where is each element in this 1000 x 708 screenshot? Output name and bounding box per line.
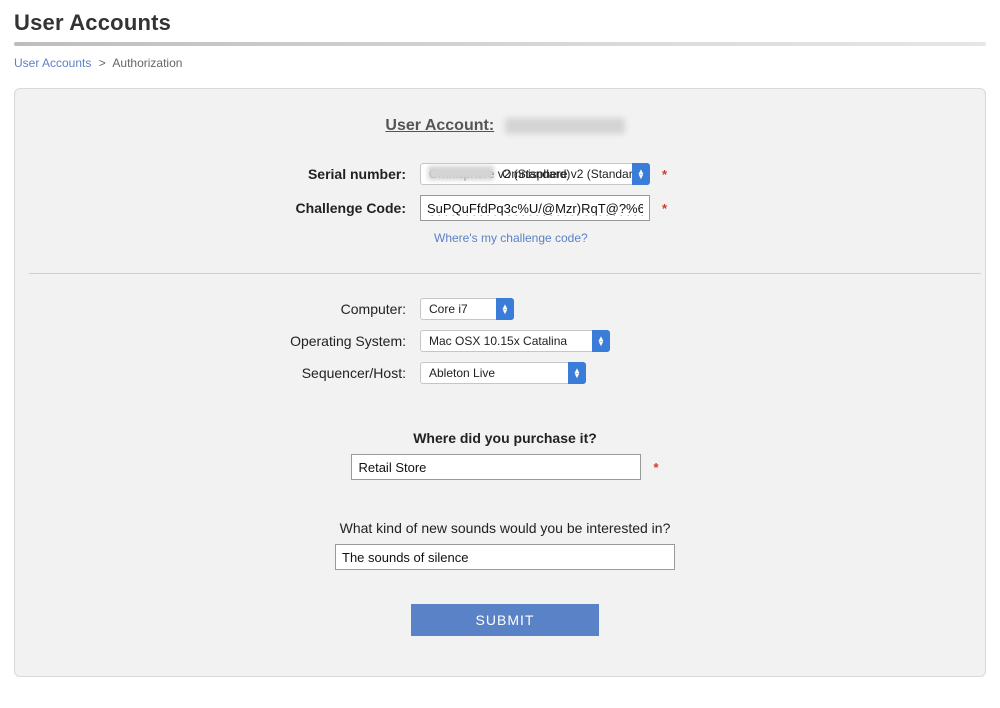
sounds-question-label: What kind of new sounds would you be int… <box>25 520 985 536</box>
breadcrumb: User Accounts > Authorization <box>14 56 986 70</box>
computer-label: Computer: <box>25 301 420 317</box>
user-account-name-redacted <box>505 118 625 134</box>
serial-number-label: Serial number: <box>25 166 420 182</box>
breadcrumb-current: Authorization <box>112 56 182 70</box>
breadcrumb-root-link[interactable]: User Accounts <box>14 56 91 70</box>
submit-button[interactable]: SUBMIT <box>411 604 599 636</box>
computer-select[interactable]: Core i7 <box>420 298 514 320</box>
title-rule <box>14 42 986 46</box>
operating-system-select[interactable]: Mac OSX 10.15x Catalina <box>420 330 610 352</box>
page-title: User Accounts <box>14 10 986 36</box>
sequencer-host-select[interactable]: Ableton Live <box>420 362 586 384</box>
challenge-required-mark: * <box>662 201 667 216</box>
user-account-header: User Account: <box>25 117 985 135</box>
serial-required-mark: * <box>662 167 667 182</box>
challenge-code-help-link[interactable]: Where's my challenge code? <box>434 231 588 245</box>
challenge-code-input[interactable] <box>420 195 650 221</box>
authorization-panel: User Account: Serial number: Omnisphere … <box>14 88 986 677</box>
purchase-input[interactable] <box>351 454 641 480</box>
challenge-code-label: Challenge Code: <box>25 200 420 216</box>
serial-number-select[interactable]: Omnisphere v2 (Standard) <box>420 163 650 185</box>
purchase-required-mark: * <box>653 460 658 475</box>
sequencer-host-label: Sequencer/Host: <box>25 365 420 381</box>
breadcrumb-separator: > <box>99 56 106 70</box>
section-divider <box>29 273 981 274</box>
operating-system-label: Operating System: <box>25 333 420 349</box>
purchase-question-label: Where did you purchase it? <box>25 430 985 446</box>
sounds-input[interactable] <box>335 544 675 570</box>
user-account-label: User Account: <box>385 117 494 134</box>
